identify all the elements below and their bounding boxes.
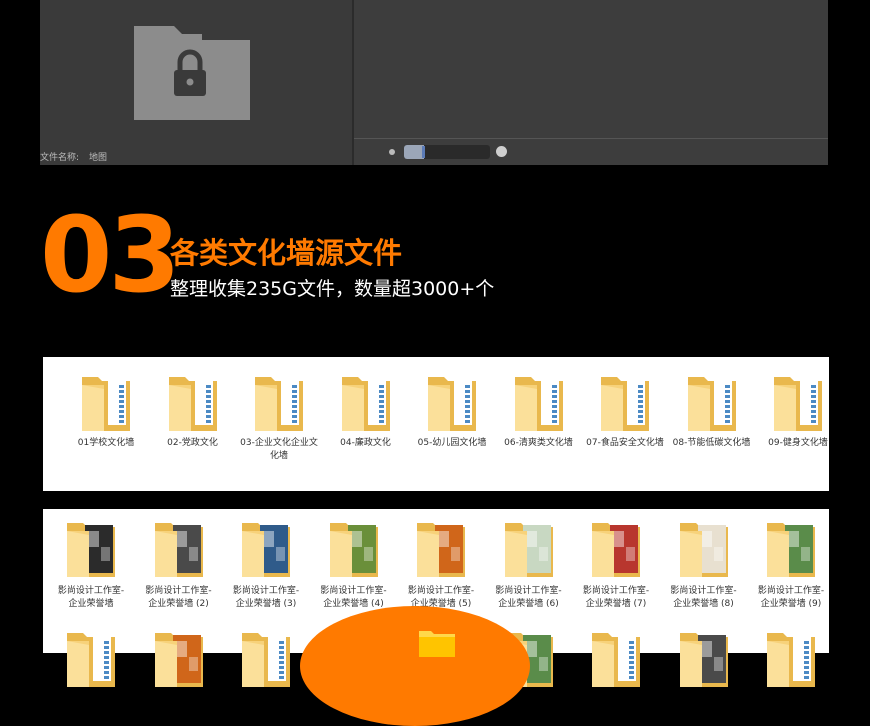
zoom-slider-handle[interactable]: [422, 146, 425, 158]
folder-item[interactable]: 影尚设计工作室- 企业荣誉墙 (2): [135, 517, 223, 611]
folder-item[interactable]: 影尚设计工作室- 企业荣誉墙 (8): [660, 517, 748, 611]
folder-label: 企业荣誉墙 (6): [498, 599, 559, 609]
folder-icon: [222, 517, 310, 585]
folder-icon: [572, 517, 660, 585]
divider: [354, 138, 828, 139]
orange-badge: [300, 606, 530, 726]
folder-icon: [310, 517, 398, 585]
folder-label: 企业荣誉墙 (9): [760, 599, 822, 609]
folder-label: 影尚设计工作室-: [145, 586, 212, 596]
folder-label: 02-党政文化: [167, 438, 218, 448]
zoom-slider-fill: [404, 145, 424, 159]
folder-icon[interactable]: [63, 627, 119, 695]
folder-label: 影尚设计工作室-: [670, 586, 737, 596]
section-title: 各类文化墙源文件: [170, 236, 403, 270]
folder-label: 影尚设计工作室-: [232, 586, 300, 596]
folder-item[interactable]: 影尚设计工作室- 企业荣誉墙 (9): [747, 517, 835, 611]
folder-label: 影尚设计工作室-: [495, 586, 562, 596]
folder-item[interactable]: 09-健身文化墙: [755, 371, 841, 450]
folder-icon: [669, 371, 755, 437]
folder-item[interactable]: 01学校文化墙: [63, 371, 149, 450]
folder-label: 影尚设计工作室-: [57, 586, 125, 596]
folder-item[interactable]: 07-食品安全文化墙: [582, 371, 668, 450]
folder-icon: [755, 371, 841, 437]
folder-icon: [135, 517, 223, 585]
folder-item[interactable]: 影尚设计工作室- 企业荣誉墙 (4): [310, 517, 398, 611]
folder-item[interactable]: 05-幼儿园文化墙: [409, 371, 495, 450]
folder-item[interactable]: 影尚设计工作室- 企业荣誉墙 (6): [485, 517, 573, 611]
folder-label: 06-清爽类文化墙: [504, 438, 573, 448]
folder-label: 影尚设计工作室-: [407, 586, 475, 596]
folder-item[interactable]: 08-节能低碳文化墙: [669, 371, 755, 450]
folder-label: 04-廉政文化: [340, 438, 391, 448]
folder-icon: [397, 517, 485, 585]
folder-label: 企业荣誉墙: [68, 599, 114, 609]
preview-window: 文件名称: 地图: [40, 0, 828, 165]
folder-icon[interactable]: [588, 627, 644, 695]
folder-icon: [419, 631, 455, 657]
folder-icon: [47, 517, 135, 585]
folder-icon: [323, 371, 409, 437]
filename-row: 文件名称: 地图: [40, 150, 117, 163]
folder-label: 影尚设计工作室-: [320, 586, 387, 596]
zoom-out-icon[interactable]: [389, 149, 395, 155]
folder-label: 09-健身文化墙: [768, 438, 828, 448]
folder-label: 影尚设计工作室-: [582, 586, 650, 596]
folder-icon[interactable]: [676, 627, 732, 695]
folder-icon: [236, 371, 322, 437]
filename-label: 文件名称:: [40, 153, 80, 163]
folder-label: 企业荣誉墙 (8): [673, 599, 734, 609]
folder-label: 07-食品安全文化墙: [586, 438, 664, 448]
folder-icon: [63, 371, 149, 437]
folder-label: 03-企业文化企业文化墙: [240, 438, 318, 461]
folder-icon: [485, 517, 573, 585]
folder-label: 企业荣誉墙 (2): [148, 599, 209, 609]
zoom-in-icon[interactable]: [496, 146, 507, 157]
folder-label: 企业荣誉墙 (7): [585, 599, 647, 609]
folder-icon: [409, 371, 495, 437]
folder-icon[interactable]: [763, 627, 819, 695]
folder-item[interactable]: 影尚设计工作室- 企业荣誉墙 (7): [572, 517, 660, 611]
section-subtitle: 整理收集235G文件，数量超3000+个: [170, 278, 495, 300]
folder-icon: [660, 517, 748, 585]
section-number: 03: [40, 194, 181, 316]
folder-icon[interactable]: [238, 627, 294, 695]
preview-content-pane: [354, 0, 828, 165]
folder-icon[interactable]: [151, 627, 207, 695]
folder-item[interactable]: 影尚设计工作室- 企业荣誉墙 (3): [222, 517, 310, 611]
filename-value: 地图: [89, 153, 108, 163]
folder-item[interactable]: 02-党政文化: [150, 371, 236, 450]
folder-label: 05-幼儿园文化墙: [417, 438, 487, 448]
folder-item[interactable]: 影尚设计工作室- 企业荣誉墙: [47, 517, 135, 611]
folder-icon: [496, 371, 582, 437]
locked-folder-icon: [134, 26, 250, 120]
folder-label: 08-节能低碳文化墙: [672, 438, 751, 448]
folder-label: 01学校文化墙: [77, 438, 135, 448]
folder-label: 影尚设计工作室-: [757, 586, 825, 596]
folder-icon: [582, 371, 668, 437]
folder-icon: [150, 371, 236, 437]
folder-item[interactable]: 影尚设计工作室- 企业荣誉墙 (5): [397, 517, 485, 611]
folder-panel-categories: 01学校文化墙 02-党政文化 03-企业文化企业文化墙 04-廉政文化 05-幼儿园文…: [43, 357, 829, 491]
folder-item[interactable]: 06-清爽类文化墙: [496, 371, 582, 450]
folder-item[interactable]: 04-廉政文化: [323, 371, 409, 450]
folder-item[interactable]: 03-企业文化企业文化墙: [236, 371, 322, 463]
folder-label: 企业荣誉墙 (3): [235, 599, 297, 609]
folder-icon: [747, 517, 835, 585]
